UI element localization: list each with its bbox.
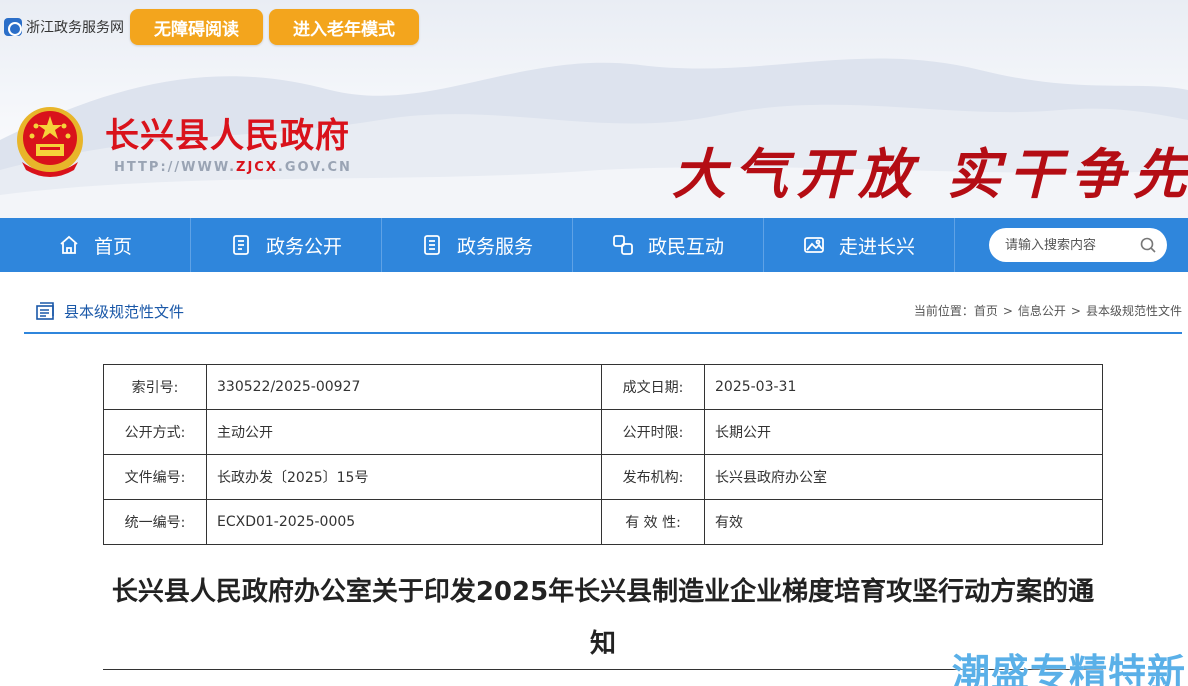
nav-item-home[interactable]: 首页 (0, 218, 191, 272)
home-icon (60, 235, 78, 254)
meta-key: 成文日期: (601, 364, 705, 410)
meta-value: 主动公开 (206, 409, 602, 455)
meta-value: 330522/2025-00927 (206, 364, 602, 410)
elder-mode-button[interactable]: 进入老年模式 (269, 9, 419, 45)
nav-item-label: 走进长兴 (838, 235, 915, 258)
section-header: 县本级规范性文件 当前位置：首页 > 信息公开 > 县本级规范性文件 (24, 290, 1182, 334)
table-row: 索引号: 330522/2025-00927 成文日期: 2025-03-31 (103, 364, 1103, 410)
meta-value: 长期公开 (704, 409, 1103, 455)
document-list-icon (233, 235, 249, 255)
national-emblem-icon (17, 107, 83, 177)
zhejiang-service-label: 浙江政务服务网 (26, 20, 124, 36)
site-url-domain: ZJCX (236, 160, 278, 175)
main-nav: 首页 政务公开 政务服务 政民互动 走进长兴 (0, 218, 1188, 272)
meta-key: 索引号: (103, 364, 207, 410)
search-box (989, 228, 1167, 262)
service-icon (424, 235, 440, 255)
breadcrumb-label: 当前位置： (913, 304, 974, 318)
meta-key: 文件编号: (103, 454, 207, 500)
breadcrumb-separator: > (1002, 304, 1013, 318)
meta-value: ECXD01-2025-0005 (206, 499, 602, 545)
interaction-icon (613, 235, 633, 255)
nav-item-label: 政务公开 (265, 235, 342, 258)
document-icon (36, 302, 54, 320)
zhejiang-service-logo-icon (4, 18, 22, 36)
site-url-suffix: .GOV.CN (277, 160, 352, 175)
meta-value: 有效 (704, 499, 1103, 545)
table-row: 公开方式: 主动公开 公开时限: 长期公开 (103, 409, 1103, 455)
site-url: HTTP://WWW.ZJCX.GOV.CN (114, 160, 352, 175)
table-row: 统一编号: ECXD01-2025-0005 有 效 性: 有效 (103, 499, 1103, 545)
nav-item-label: 政民互动 (647, 235, 724, 258)
search-icon[interactable] (1139, 236, 1157, 254)
nav-item-changxing[interactable]: 走进长兴 (764, 218, 955, 272)
nav-item-services[interactable]: 政务服务 (382, 218, 573, 272)
meta-key: 公开方式: (103, 409, 207, 455)
slogan: 大气开放 实干争先 (672, 142, 1188, 206)
nav-item-government-affairs[interactable]: 政务公开 (191, 218, 382, 272)
meta-value: 长兴县政府办公室 (704, 454, 1103, 500)
breadcrumb-info-public[interactable]: 信息公开 (1018, 304, 1066, 318)
breadcrumb-separator: > (1070, 304, 1081, 318)
document-meta-table: 索引号: 330522/2025-00927 成文日期: 2025-03-31 … (103, 364, 1103, 545)
nav-item-interaction[interactable]: 政民互动 (573, 218, 764, 272)
site-url-prefix: HTTP://WWW. (114, 160, 237, 175)
watermark: 潮盛专精特新 (951, 651, 1186, 686)
nav-item-label: 首页 (93, 235, 132, 258)
section-title: 县本级规范性文件 (64, 302, 185, 321)
meta-value: 2025-03-31 (704, 364, 1103, 410)
zhejiang-service-link[interactable]: 浙江政务服务网 (4, 17, 124, 37)
top-bar: 浙江政务服务网 无障碍阅读 进入老年模式 (0, 8, 419, 46)
nav-item-label: 政务服务 (456, 235, 533, 258)
table-row: 文件编号: 长政办发〔2025〕15号 发布机构: 长兴县政府办公室 (103, 454, 1103, 500)
search-input[interactable] (1005, 237, 1125, 253)
site-title[interactable]: 长兴县人民政府 (105, 108, 350, 157)
breadcrumb-current[interactable]: 县本级规范性文件 (1086, 304, 1182, 318)
accessible-reading-button[interactable]: 无障碍阅读 (130, 9, 263, 45)
meta-key: 有 效 性: (601, 499, 705, 545)
breadcrumb-home[interactable]: 首页 (974, 304, 998, 318)
meta-key: 统一编号: (103, 499, 207, 545)
header-banner: 浙江政务服务网 无障碍阅读 进入老年模式 长兴县人民政府 HTTP://WWW.… (0, 0, 1188, 218)
meta-key: 发布机构: (601, 454, 705, 500)
image-icon (804, 237, 824, 253)
meta-value: 长政办发〔2025〕15号 (206, 454, 602, 500)
meta-key: 公开时限: (601, 409, 705, 455)
breadcrumb: 当前位置：首页 > 信息公开 > 县本级规范性文件 (914, 302, 1182, 319)
